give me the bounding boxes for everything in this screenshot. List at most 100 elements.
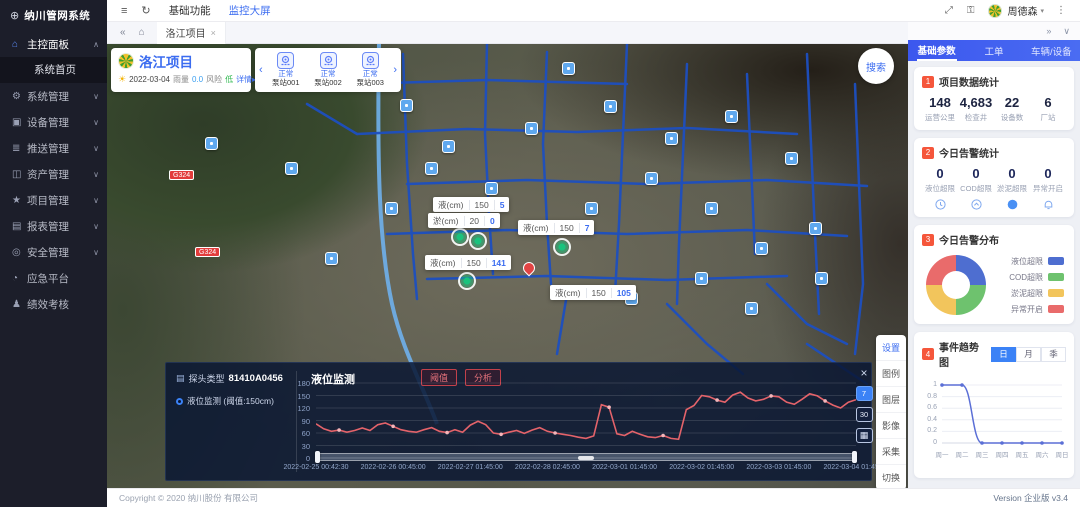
chevron-down-icon: ∨ xyxy=(93,222,99,231)
sidebar-item[interactable]: ♟ 绩效考核 xyxy=(0,291,107,317)
manhole-marker[interactable] xyxy=(562,62,575,75)
refresh-icon[interactable]: ↻ xyxy=(141,4,150,17)
manhole-marker[interactable] xyxy=(205,137,218,150)
period-button[interactable]: 季 xyxy=(1041,347,1066,362)
fullscreen-icon[interactable]: ⤢ xyxy=(945,5,953,16)
map-tool-button[interactable]: 切换 xyxy=(876,465,906,488)
close-icon[interactable]: × xyxy=(860,366,867,380)
manhole-marker[interactable] xyxy=(400,99,413,112)
slider-handle-right[interactable] xyxy=(852,451,857,463)
pump-station-card[interactable]: 正常 泵站001 xyxy=(265,52,307,87)
level-tooltip[interactable]: 液(cm)1507 xyxy=(518,220,594,235)
map-search-button[interactable]: 搜索 xyxy=(858,48,894,84)
manhole-marker[interactable] xyxy=(325,252,338,265)
range-7days-button[interactable]: 7 xyxy=(856,386,873,401)
manhole-marker[interactable] xyxy=(645,172,658,185)
map-tool-button[interactable]: 影像 xyxy=(876,413,906,439)
manhole-marker[interactable] xyxy=(665,132,678,145)
sidebar-item[interactable]: ⚙ 系统管理 ∨ xyxy=(0,83,107,109)
chevron-down-icon: ∨ xyxy=(93,196,99,205)
sidebar-item[interactable]: ★ 项目管理 ∨ xyxy=(0,187,107,213)
sidebar-item-dashboard[interactable]: ⌂ 主控面板 ∧ xyxy=(0,31,107,57)
slider-grip[interactable] xyxy=(578,456,594,460)
dot-icon[interactable] xyxy=(994,199,1030,210)
pump-station-card[interactable]: 正常 泵站003 xyxy=(349,52,391,87)
level-tooltip[interactable]: 液(cm)1505 xyxy=(433,197,509,212)
alert-marker[interactable] xyxy=(521,260,538,277)
right-panel-tab[interactable]: 工单 xyxy=(965,40,1022,61)
manhole-marker[interactable] xyxy=(785,152,798,165)
manhole-marker[interactable] xyxy=(695,272,708,285)
copyright-text: Copyright © 2020 纳川股份 有限公司 xyxy=(119,492,258,504)
manhole-marker[interactable] xyxy=(745,302,758,315)
manhole-marker[interactable] xyxy=(425,162,438,175)
manhole-marker[interactable] xyxy=(442,140,455,153)
level-tooltip[interactable]: 液(cm)150141 xyxy=(425,255,511,270)
level-monitor-radio[interactable]: 液位监测 (阈值:150cm) xyxy=(176,395,274,407)
map-tool-button[interactable]: 图例 xyxy=(876,361,906,387)
home-icon[interactable]: ⌂ xyxy=(139,27,145,38)
alarm-bell-icon[interactable] xyxy=(1030,199,1066,210)
manhole-marker[interactable] xyxy=(285,162,298,175)
sensor-active-marker[interactable] xyxy=(469,232,487,250)
calendar-icon[interactable]: ▦ xyxy=(856,428,873,443)
nav-basic-functions[interactable]: 基础功能 xyxy=(169,3,211,18)
pump-name: 泵站002 xyxy=(314,79,342,88)
manhole-marker[interactable] xyxy=(525,122,538,135)
chevron-right-icon[interactable]: › xyxy=(391,64,399,76)
hamburger-icon[interactable]: ≡ xyxy=(121,5,127,17)
detail-link[interactable]: 详情▸ xyxy=(236,74,256,85)
manhole-marker[interactable] xyxy=(485,182,498,195)
sidebar-item[interactable]: ▣ 设备管理 ∨ xyxy=(0,109,107,135)
sidebar-item[interactable]: ◎ 安全管理 ∨ xyxy=(0,239,107,265)
rain-value: 0.0 xyxy=(192,75,203,84)
manhole-marker[interactable] xyxy=(585,202,598,215)
sensor-active-marker[interactable] xyxy=(451,228,469,246)
user-menu[interactable]: 周德森 ▾ xyxy=(988,3,1044,18)
map-tool-button[interactable]: 采集 xyxy=(876,439,906,465)
pump-list: 正常 泵站001 正常 泵站002 xyxy=(265,52,392,87)
period-button[interactable]: 月 xyxy=(1016,347,1041,362)
app-logo-icon: ⊕ xyxy=(10,9,19,22)
sensor-active-marker[interactable] xyxy=(458,272,476,290)
manhole-marker[interactable] xyxy=(604,100,617,113)
manhole-marker[interactable] xyxy=(705,202,718,215)
level-tooltip[interactable]: 液(cm)150105 xyxy=(550,285,636,300)
sidebar-subitem-home[interactable]: 系统首页 xyxy=(0,57,107,83)
manhole-marker[interactable] xyxy=(725,110,738,123)
range-30days-button[interactable]: 30 xyxy=(856,407,873,422)
expand-panel-icon[interactable]: » xyxy=(1046,26,1051,36)
clock-icon[interactable] xyxy=(922,199,958,210)
sidebar-item[interactable]: ≣ 推送管理 ∨ xyxy=(0,135,107,161)
radio-icon xyxy=(176,398,183,405)
map-canvas[interactable]: G324 G324 液(cm)1505 淤(cm)200 液(cm)1507 液… xyxy=(107,44,908,488)
silt-tooltip[interactable]: 淤(cm)200 xyxy=(428,213,500,228)
collapse-panel-icon[interactable]: ∨ xyxy=(1063,26,1070,37)
close-icon[interactable]: × xyxy=(211,28,216,38)
pump-station-card[interactable]: 正常 泵站002 xyxy=(307,52,349,87)
sidebar-item[interactable]: ▤ 报表管理 ∨ xyxy=(0,213,107,239)
manhole-marker[interactable] xyxy=(815,272,828,285)
gauge-icon[interactable] xyxy=(958,199,994,210)
map-tool-button[interactable]: 图层 xyxy=(876,387,906,413)
right-panel-tab[interactable]: 车辆/设备 xyxy=(1023,40,1080,61)
right-panel-tab[interactable]: 基础参数 xyxy=(908,40,965,61)
pump-station-strip: ‹ 正常 泵站001 正常 xyxy=(255,48,401,92)
chevron-left-icon[interactable]: ‹ xyxy=(257,64,265,76)
datazoom-slider[interactable] xyxy=(316,453,856,461)
chevron-down-icon: ∨ xyxy=(93,170,99,179)
period-button[interactable]: 日 xyxy=(991,347,1016,362)
collapse-left-icon[interactable]: « xyxy=(120,27,126,38)
nav-monitor-screen[interactable]: 监控大屏 xyxy=(229,3,271,18)
tab-luojiang-project[interactable]: 洛江项目 × xyxy=(157,22,226,44)
sensor-active-marker[interactable] xyxy=(553,238,571,256)
slider-handle-left[interactable] xyxy=(315,451,320,463)
manhole-marker[interactable] xyxy=(385,202,398,215)
more-dots-icon[interactable]: ⋮ xyxy=(1056,5,1066,16)
lock-icon[interactable]: ⚿ xyxy=(967,5,975,16)
sidebar-item[interactable]: ◫ 资产管理 ∨ xyxy=(0,161,107,187)
manhole-marker[interactable] xyxy=(809,222,822,235)
manhole-marker[interactable] xyxy=(755,242,768,255)
map-tool-button[interactable]: 设置 xyxy=(876,335,906,361)
sidebar-item[interactable]: ◔ 应急平台 xyxy=(0,265,107,291)
